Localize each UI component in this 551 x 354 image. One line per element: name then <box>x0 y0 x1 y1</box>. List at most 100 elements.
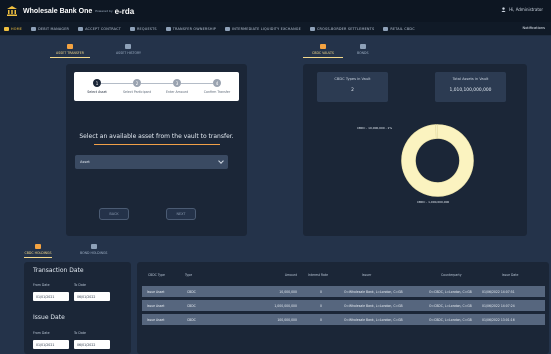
date-filter-panel: Transaction Date From Date To Date 01/01… <box>24 262 131 354</box>
table-row[interactable]: Issue Asset CBDC 100,000,000 0 O=Wholesa… <box>142 314 545 325</box>
cell-interest-rate: 0 <box>320 289 322 294</box>
header-issuer[interactable]: Issuer <box>334 273 419 277</box>
prompt-underline <box>94 144 220 145</box>
asset-transfer-panel: 1 Select Asset 2 Select Participant 3 Enter… <box>66 64 247 236</box>
total-assets-card: Total Assets in Vault 1,010,100,000,000 <box>435 72 506 102</box>
step-select-participant: 2 Select Participant <box>123 79 151 94</box>
header-amount[interactable]: Amount <box>247 273 297 277</box>
cell-cbdc-type: Issue Asset <box>147 303 165 308</box>
list-icon <box>31 26 37 31</box>
asset-select-placeholder: Asset <box>80 160 90 164</box>
txn-from-label: From Date <box>33 283 50 287</box>
header-counterparty[interactable]: Counterparty <box>419 273 484 277</box>
tab-cbdc-holdings[interactable]: CBDC HOLDINGS <box>24 244 52 258</box>
holdings-table: CBDC Type Type Amount Interest Rate Issu… <box>137 262 549 354</box>
home-icon <box>4 26 9 31</box>
cell-issuer: O=Wholesale Bank, L=London, C=GB <box>344 289 403 294</box>
cell-cbdc-type: Issue Asset <box>147 289 165 294</box>
header-type[interactable]: Type <box>185 273 247 277</box>
cbdc-types-value: 2 <box>351 88 354 93</box>
cell-issuer: O=Wholesale Bank, L=London, C=GB <box>344 303 403 308</box>
step-select-asset: 1 Select Asset <box>87 79 107 94</box>
vault-icon <box>320 44 326 49</box>
cell-cbdc-type: Issue Asset <box>147 317 165 322</box>
next-button[interactable]: NEXT <box>166 208 196 220</box>
transfer-icon <box>165 26 171 31</box>
header-interest-rate[interactable]: Interest Rate <box>297 273 334 277</box>
issue-from-date-input[interactable]: 01/01/2021 <box>33 340 69 349</box>
step-enter-amount: 3 Enter Amount <box>165 79 189 94</box>
holdings-icon <box>35 244 41 249</box>
top-bar: Wholesale Bank One Powered by e-rda Hi, … <box>0 0 551 22</box>
bank-icon <box>383 26 389 31</box>
tab-asset-history[interactable]: ASSET HISTORY <box>116 44 141 58</box>
cell-amount: 10,000,000 <box>279 289 297 294</box>
cbdc-vault-panel: CBDC Types in Vault 2 Total Assets in Va… <box>303 64 527 236</box>
main-nav: Home DEBIT MANAGER ACCEPT CONTRACT REQUE… <box>0 22 551 36</box>
table-header: CBDC Type Type Amount Interest Rate Issu… <box>137 273 549 277</box>
vault-donut-chart <box>401 124 474 197</box>
nav-item-accept-contract[interactable]: ACCEPT CONTRACT <box>78 26 121 31</box>
holdings-tabs: CBDC HOLDINGS BOND HOLDINGS <box>24 244 107 258</box>
bond-icon <box>90 244 97 249</box>
cell-issue-date: 01/06/2022 14:07:24 <box>482 303 515 308</box>
txn-to-date-input[interactable]: 06/01/2022 <box>74 292 110 301</box>
nav-item-retail-cbdc[interactable]: RETAIL CBDC <box>383 26 415 31</box>
cell-type: CBDC <box>187 317 196 322</box>
bond-icon <box>359 44 366 49</box>
tab-cbdc-vaults[interactable]: CBDC VAULTS <box>303 44 343 58</box>
tab-bond-holdings[interactable]: BOND HOLDINGS <box>80 244 107 258</box>
user-menu[interactable]: Hi, Administrator <box>501 7 543 12</box>
contract-icon <box>78 26 84 31</box>
cell-type: CBDC <box>187 289 196 294</box>
table-row[interactable]: Issue Asset CBDC 1,000,000,000 0 O=Whole… <box>142 300 545 311</box>
cell-issue-date: 01/06/2022 14:07:51 <box>482 289 515 294</box>
txn-from-date-input[interactable]: 01/01/2021 <box>33 292 69 301</box>
issue-to-date-input[interactable]: 06/01/2022 <box>74 340 110 349</box>
cell-counterparty: O=CBDC, L=London, C=GB <box>429 317 472 322</box>
total-assets-value: 1,010,100,000,000 <box>449 88 492 93</box>
user-icon <box>501 7 506 12</box>
transfer-icon <box>67 44 73 49</box>
notifications-link[interactable]: Notifications <box>523 26 546 30</box>
brand-name: Wholesale Bank One <box>23 7 93 15</box>
user-name: Hi, Administrator <box>509 7 543 12</box>
powered-by-text: Powered by <box>95 9 113 13</box>
donut-slice-1[interactable] <box>401 124 474 197</box>
cell-counterparty: O=CBDC, L=London, C=GB <box>429 303 472 308</box>
asset-tabs: ASSET TRANSFER ASSET HISTORY <box>50 44 141 58</box>
nav-item-home[interactable]: Home <box>4 26 22 31</box>
exchange-icon <box>225 26 231 31</box>
tab-asset-transfer[interactable]: ASSET TRANSFER <box>50 44 90 58</box>
cell-interest-rate: 0 <box>320 317 322 322</box>
table-row[interactable]: Issue Asset CBDC 10,000,000 0 O=Wholesal… <box>142 286 545 297</box>
nav-item-transfer-ownership[interactable]: TRANSFER OWNERSHIP <box>165 26 216 31</box>
back-button[interactable]: BACK <box>99 208 129 220</box>
cbdc-types-card: CBDC Types in Vault 2 <box>317 72 388 102</box>
issue-from-label: From Date <box>33 331 50 335</box>
transaction-date-title: Transaction Date <box>33 267 84 274</box>
vault-tabs: CBDC VAULTS BONDS <box>303 44 369 58</box>
nav-item-requests[interactable]: REQUESTS <box>130 26 157 31</box>
header-cbdc-type[interactable]: CBDC Type <box>137 273 185 277</box>
document-icon <box>309 26 315 31</box>
step-confirm-transfer: 4 Confirm Transfer <box>203 79 231 94</box>
nav-item-liquidity-exchange[interactable]: INTERMEDIATE LIQUIDITY EXCHANGE <box>225 26 301 31</box>
txn-to-label: To Date <box>74 283 86 287</box>
header-issue-date[interactable]: Issue Date <box>484 273 549 277</box>
cell-issuer: O=Wholesale Bank, L=London, C=GB <box>344 317 403 322</box>
issue-to-label: To Date <box>74 331 86 335</box>
tab-bonds[interactable]: BONDS <box>357 44 369 58</box>
cell-interest-rate: 0 <box>320 303 322 308</box>
nav-item-debit-manager[interactable]: DEBIT MANAGER <box>31 26 69 31</box>
nav-item-cross-border[interactable]: CROSS-BORDER SETTLEMENTS <box>309 26 374 31</box>
phone-icon <box>130 26 135 31</box>
cbdc-types-label: CBDC Types in Vault <box>334 77 371 81</box>
donut-label-small: CBDC - 10,000,000 - 1% <box>357 126 393 130</box>
chevron-down-icon <box>218 158 224 164</box>
cell-amount: 1,000,000,000 <box>274 303 297 308</box>
asset-select[interactable]: Asset <box>75 155 228 169</box>
donut-label-large: CBDC - 1,000,000,000 <box>417 200 450 204</box>
total-assets-label: Total Assets in Vault <box>452 77 489 81</box>
cell-issue-date: 01/06/2022 13:01:16 <box>482 317 515 322</box>
